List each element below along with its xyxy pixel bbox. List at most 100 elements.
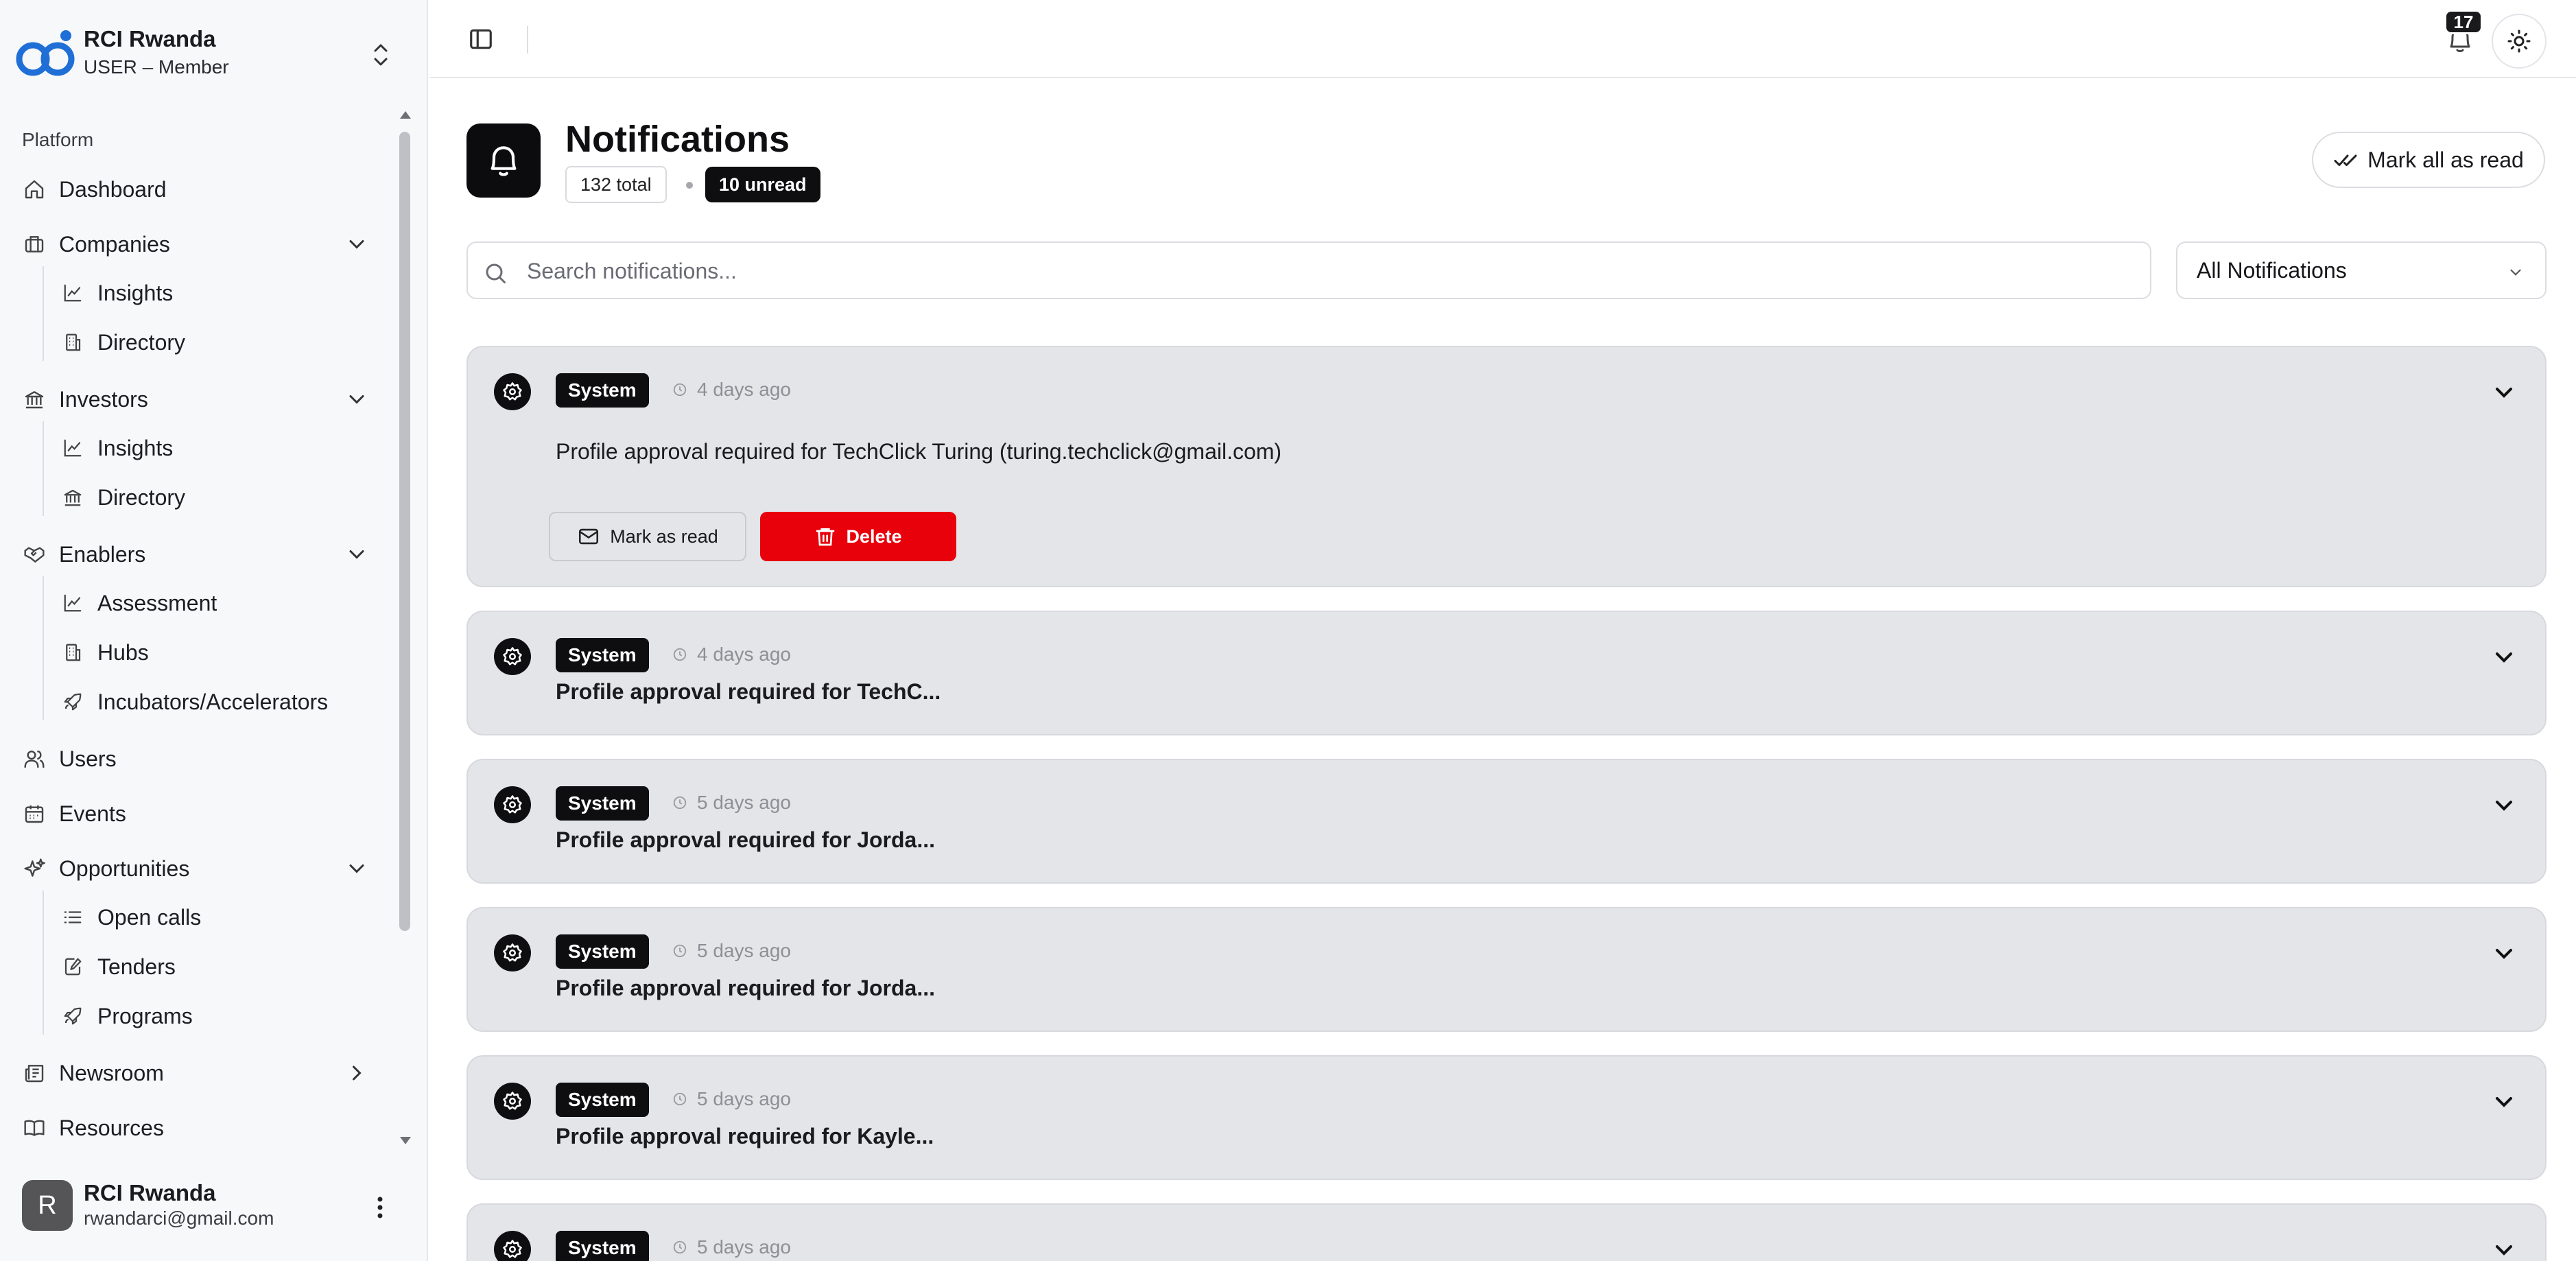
sidebar-subitem-label: Directory xyxy=(97,484,186,510)
chevron-down-icon[interactable] xyxy=(2490,379,2518,406)
settings-icon xyxy=(494,1083,531,1120)
sidebar-item-enablers[interactable]: Enablers xyxy=(21,534,377,575)
user-email: rwandarci@gmail.com xyxy=(84,1207,274,1229)
mark-as-read-button[interactable]: Mark as read xyxy=(549,512,746,561)
unread-count-badge: 10 unread xyxy=(705,167,820,202)
notification-card[interactable]: System 5 days ago Profile approval requi… xyxy=(466,1055,2547,1180)
landmark-icon xyxy=(59,484,86,511)
sidebar-subitem-label: Assessment xyxy=(97,590,217,615)
sidebar-subitem-open-calls[interactable]: Open calls xyxy=(59,897,375,937)
sidebar-subitem-tenders[interactable]: Tenders xyxy=(59,947,375,987)
chevron-down-icon[interactable] xyxy=(344,542,369,567)
chevrons-up-down-icon[interactable] xyxy=(369,40,392,70)
submenu-line xyxy=(43,576,44,720)
sidebar-item-label: Users xyxy=(59,746,117,771)
settings-icon xyxy=(494,638,531,675)
more-vertical-icon[interactable] xyxy=(370,1192,390,1223)
sidebar-toggle-icon[interactable] xyxy=(468,26,494,52)
scroll-down-arrow-icon[interactable] xyxy=(398,1133,413,1148)
user-menu[interactable]: R RCI Rwanda rwandarci@gmail.com xyxy=(0,1166,427,1261)
notification-type-badge: System xyxy=(556,638,649,672)
sidebar-item-investors[interactable]: Investors xyxy=(21,379,377,420)
org-logo-icon xyxy=(16,30,75,76)
sidebar-scroll-thumb[interactable] xyxy=(399,132,410,931)
chevron-down-icon[interactable] xyxy=(344,232,369,257)
chevron-down-icon[interactable] xyxy=(2490,940,2518,967)
mail-icon xyxy=(579,528,599,545)
total-count-badge: 132 total xyxy=(565,166,667,203)
sidebar-subitem-label: Hubs xyxy=(97,639,149,665)
mark-all-read-button[interactable]: Mark all as read xyxy=(2312,132,2545,188)
chart-line-icon xyxy=(59,434,86,462)
chevron-down-icon[interactable] xyxy=(2490,792,2518,819)
notification-message: Profile approval required for Kayle... xyxy=(556,1124,934,1148)
notification-card[interactable]: System 4 days ago Profile approval requi… xyxy=(466,346,2547,587)
chevron-down-icon[interactable] xyxy=(2490,1236,2518,1261)
page-header-icon xyxy=(466,123,541,198)
chevron-right-icon[interactable] xyxy=(344,1061,369,1085)
notification-card[interactable]: System 5 days ago Profile approval requi… xyxy=(466,759,2547,884)
notification-time: 5 days ago xyxy=(672,1236,791,1258)
sidebar-subitem-label: Open calls xyxy=(97,904,202,930)
filter-selected-value: All Notifications xyxy=(2197,258,2347,283)
notification-card[interactable]: System 5 days ago Profile approval requi… xyxy=(466,907,2547,1032)
sidebar-item-dashboard[interactable]: Dashboard xyxy=(21,169,377,210)
file-edit-icon xyxy=(59,953,86,980)
chevron-down-icon[interactable] xyxy=(344,387,369,412)
sidebar-item-label: Companies xyxy=(59,231,170,257)
chevron-down-icon[interactable] xyxy=(2490,644,2518,671)
sidebar-subitem-companies-directory[interactable]: Directory xyxy=(59,322,375,362)
chevron-down-icon[interactable] xyxy=(2490,1088,2518,1116)
sidebar-item-resources[interactable]: Resources xyxy=(21,1107,377,1148)
notification-card[interactable]: System 4 days ago Profile approval requi… xyxy=(466,611,2547,735)
chart-line-icon xyxy=(59,589,86,617)
sidebar-subitem-label: Directory xyxy=(97,329,186,355)
chevron-down-icon[interactable] xyxy=(344,856,369,881)
notification-time-label: 5 days ago xyxy=(697,792,791,813)
notification-filter-select[interactable]: All Notifications xyxy=(2176,241,2547,299)
handshake-icon xyxy=(21,541,48,568)
sidebar-subitem-companies-insights[interactable]: Insights xyxy=(59,273,375,313)
sidebar-subitem-enablers-incubators[interactable]: Incubators/Accelerators xyxy=(59,682,375,722)
briefcase-icon xyxy=(21,231,48,258)
sidebar-subitem-enablers-hubs[interactable]: Hubs xyxy=(59,633,375,672)
scroll-up-arrow-icon[interactable] xyxy=(398,107,413,122)
sidebar-item-companies[interactable]: Companies xyxy=(21,224,377,265)
notification-time: 5 days ago xyxy=(672,1088,791,1110)
notification-time-label: 5 days ago xyxy=(697,1236,791,1258)
sidebar-item-users[interactable]: Users xyxy=(21,738,377,779)
submenu-line xyxy=(43,421,44,516)
notification-type-badge: System xyxy=(556,1231,649,1261)
sidebar-item-label: Opportunities xyxy=(59,856,190,881)
sidebar-item-label: Dashboard xyxy=(59,176,167,202)
sidebar-item-opportunities[interactable]: Opportunities xyxy=(21,848,377,889)
notification-card[interactable]: System 5 days ago xyxy=(466,1203,2547,1261)
notification-time-label: 4 days ago xyxy=(697,379,791,400)
sidebar-subitem-investors-directory[interactable]: Directory xyxy=(59,478,375,517)
sidebar-item-label: Resources xyxy=(59,1115,164,1140)
delete-button[interactable]: Delete xyxy=(760,512,956,561)
theme-toggle-button[interactable] xyxy=(2492,14,2547,69)
sidebar-item-newsroom[interactable]: Newsroom xyxy=(21,1052,377,1094)
notification-message: Profile approval required for TechC... xyxy=(556,679,941,704)
sidebar-subitem-investors-insights[interactable]: Insights xyxy=(59,428,375,468)
sidebar-subitem-enablers-assessment[interactable]: Assessment xyxy=(59,583,375,623)
main-content: Notifications 132 total 10 unread Mark a… xyxy=(429,80,2576,1261)
sidebar-item-label: Enablers xyxy=(59,541,146,567)
notification-type-badge: System xyxy=(556,1083,649,1117)
search-input[interactable] xyxy=(527,252,2132,290)
sidebar-item-label: Newsroom xyxy=(59,1060,164,1085)
sidebar-subitem-label: Insights xyxy=(97,280,174,305)
notification-type-badge: System xyxy=(556,373,649,408)
sidebar-subitem-programs[interactable]: Programs xyxy=(59,996,375,1036)
org-switcher[interactable]: RCI Rwanda USER – Member xyxy=(0,0,427,110)
clock-icon xyxy=(673,1240,687,1254)
sidebar-item-events[interactable]: Events xyxy=(21,793,377,834)
org-role: USER – Member xyxy=(84,56,229,78)
clock-icon xyxy=(673,944,687,958)
landmark-icon xyxy=(21,386,48,413)
notification-message: Profile approval required for Jorda... xyxy=(556,976,936,1000)
bell-icon xyxy=(491,146,517,176)
org-name: RCI Rwanda xyxy=(84,26,216,51)
sparkles-icon xyxy=(21,855,48,882)
